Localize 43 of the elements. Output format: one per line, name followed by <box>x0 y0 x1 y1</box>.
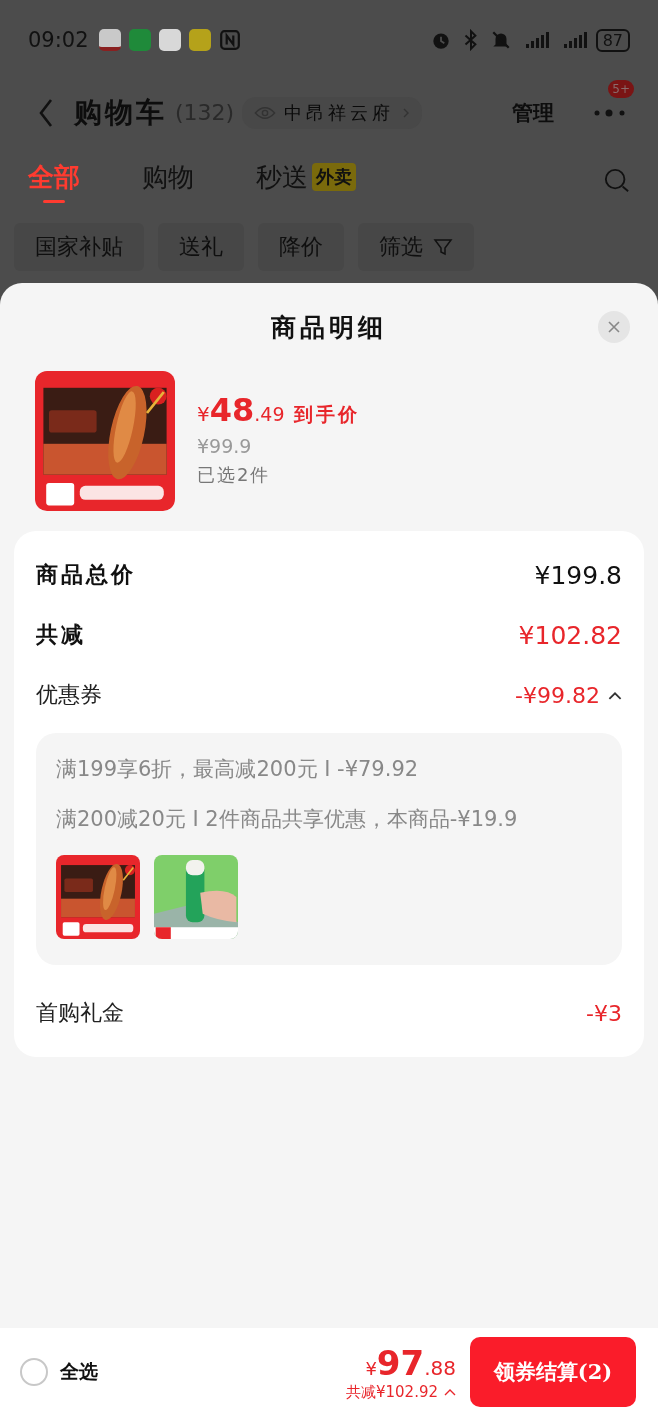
notification-badge: 5+ <box>608 79 634 98</box>
price-label: 到手价 <box>294 402 361 427</box>
tab[interactable]: 购物 <box>142 159 194 203</box>
app-icon <box>188 29 211 51</box>
filter-chip[interactable]: 降价 <box>258 223 344 271</box>
summary-value: -¥3 <box>586 1000 622 1026</box>
summary-label: 优惠券 <box>36 681 102 709</box>
summary-label: 共减 <box>36 620 86 649</box>
checkout-button[interactable]: 领券结算(2) <box>470 1337 636 1407</box>
search-icon[interactable] <box>604 168 630 194</box>
app-icon <box>98 29 121 51</box>
caret-icon <box>444 1388 456 1396</box>
coupon-toggle[interactable]: -¥99.82 <box>515 682 622 708</box>
selected-count: 已选2件 <box>197 463 272 487</box>
address-chip[interactable]: 中昂祥云府 <box>242 96 423 129</box>
battery-indicator: 87 <box>595 28 630 52</box>
filter-chip[interactable]: 筛选 <box>358 223 474 271</box>
status-time: 09:02 <box>28 28 89 52</box>
select-all-checkbox[interactable] <box>20 1358 48 1386</box>
manage-button[interactable]: 管理 <box>512 98 554 127</box>
filter-chip[interactable]: 送礼 <box>158 223 244 271</box>
summary-value: ¥102.82 <box>518 620 622 650</box>
savings-toggle[interactable]: 共减¥102.92 <box>345 1382 456 1402</box>
summary-label: 首购礼金 <box>36 999 124 1027</box>
tab[interactable]: 秒送 <box>256 159 308 203</box>
tab-tag: 外卖 <box>312 163 356 191</box>
total-price: ¥97.88 <box>365 1342 456 1383</box>
coupon-rule: 满200减20元 I 2件商品共享优惠，本商品-¥19.9 <box>56 806 519 833</box>
tab[interactable]: 全部 <box>28 159 80 203</box>
coupon-rule: 满199享6折，最高减200元 I -¥79.92 <box>56 756 420 783</box>
select-all-label: 全选 <box>60 1359 98 1384</box>
summary-value: ¥199.8 <box>534 560 622 590</box>
caret-icon <box>608 690 622 700</box>
close-icon <box>607 320 621 334</box>
summary-label: 商品总价 <box>36 560 136 589</box>
sheet-title: 商品明细 <box>271 311 387 344</box>
product-price: ¥48.49 <box>197 391 285 429</box>
filter-icon <box>433 237 453 257</box>
page-title: 购物车 <box>74 94 167 131</box>
filter-chip[interactable]: 国家补贴 <box>14 223 144 271</box>
close-button[interactable] <box>598 311 630 343</box>
nfc-icon <box>218 29 241 51</box>
original-price: ¥99.9 <box>197 435 253 457</box>
